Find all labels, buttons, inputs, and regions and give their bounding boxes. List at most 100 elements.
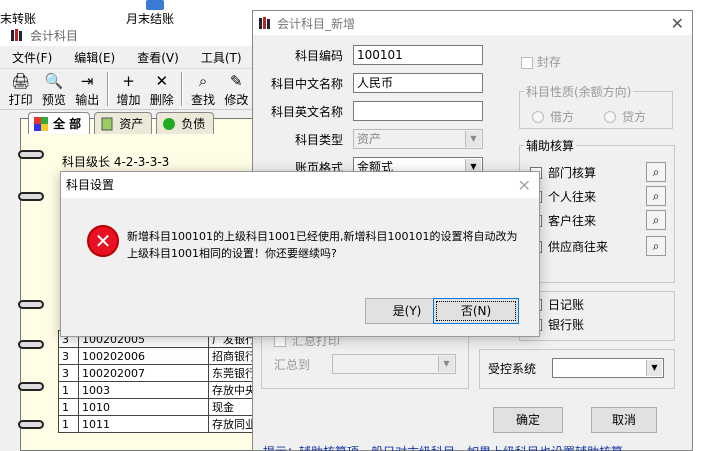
aux-group: 辅助核算 部门核算 ⌕ 个人往来 ⌕ 客户往来 ⌕ 供应商往来 ⌕ bbox=[519, 137, 675, 283]
menu-view[interactable]: 查看(V) bbox=[137, 49, 179, 66]
table-cell-code: 100202007 bbox=[78, 364, 209, 382]
find-label: 查找 bbox=[191, 93, 216, 107]
close-icon[interactable]: ✕ bbox=[671, 14, 684, 33]
aux-legend: 辅助核算 bbox=[526, 139, 575, 153]
edit-button[interactable]: ✎ 修改 bbox=[220, 69, 253, 109]
table-row[interactable]: 3 100202006 招商银行 bbox=[58, 347, 282, 365]
table-cell-level: 3 bbox=[58, 347, 79, 365]
colorful-blocks-icon bbox=[34, 116, 48, 131]
binder-ring bbox=[18, 300, 44, 309]
sealed-checkbox-row[interactable]: 封存 bbox=[521, 53, 561, 70]
aux-supplier-row[interactable]: 供应商往来 bbox=[530, 238, 608, 255]
sealed-label: 封存 bbox=[536, 55, 561, 69]
credit-radio-row[interactable]: 贷方 bbox=[604, 108, 646, 125]
tab-all[interactable]: 全 部 bbox=[28, 112, 91, 134]
cancel-button[interactable]: 取消 bbox=[591, 407, 657, 433]
en-name-field[interactable] bbox=[353, 101, 483, 121]
table-cell-level: 1 bbox=[58, 415, 79, 433]
code-row: 科目编码 100101 bbox=[263, 45, 483, 65]
journal-group: 日记账 银行账 bbox=[519, 291, 675, 341]
delete-label: 删除 bbox=[149, 93, 174, 107]
print-button[interactable]: 🖨 打印 bbox=[4, 69, 37, 109]
table-row[interactable]: 1 1010 现金 bbox=[58, 398, 282, 416]
table-row[interactable]: 3 100202007 东莞银行 bbox=[58, 364, 282, 382]
delete-button[interactable]: ✕ 删除 bbox=[145, 69, 178, 109]
debit-label: 借方 bbox=[550, 110, 575, 124]
journal-label: 日记账 bbox=[548, 298, 585, 312]
ok-button[interactable]: 确定 bbox=[493, 407, 563, 433]
table-cell-level: 1 bbox=[58, 398, 79, 416]
assets-icon bbox=[101, 117, 113, 130]
tab-assets[interactable]: 资产 bbox=[94, 112, 153, 134]
search-icon[interactable]: ⌕ bbox=[646, 236, 666, 256]
debit-radio[interactable] bbox=[532, 110, 544, 123]
bank-label: 银行账 bbox=[548, 318, 585, 332]
binder-ring bbox=[18, 420, 44, 429]
account-level-label: 科目级长 4-2-3-3-3 bbox=[62, 155, 170, 169]
credit-radio[interactable] bbox=[604, 110, 616, 123]
tab-all-label: 全 部 bbox=[53, 117, 82, 131]
table-cell-code: 1003 bbox=[78, 381, 209, 399]
binder-ring bbox=[18, 150, 44, 159]
table-cell-level: 1 bbox=[58, 381, 79, 399]
search-icon[interactable]: ⌕ bbox=[646, 162, 666, 182]
tab-assets-label: 资产 bbox=[119, 117, 144, 131]
delete-icon: ✕ bbox=[155, 72, 169, 90]
month-end-icon[interactable] bbox=[146, 0, 164, 10]
binder-ring bbox=[18, 340, 44, 349]
toolbar-separator bbox=[106, 72, 109, 106]
add-label: 增加 bbox=[116, 93, 141, 107]
printer-icon: 🖨 bbox=[11, 72, 31, 90]
summary-to-select[interactable]: ▼ bbox=[332, 354, 456, 374]
aux-dept-label: 部门核算 bbox=[548, 166, 597, 180]
debit-radio-row[interactable]: 借方 bbox=[532, 108, 574, 125]
error-icon: ✕ bbox=[87, 225, 119, 257]
find-button[interactable]: ⌕ 查找 bbox=[186, 69, 219, 109]
type-label: 科目类型 bbox=[294, 132, 343, 147]
edit-icon: ✎ bbox=[230, 72, 243, 90]
print-label: 打印 bbox=[8, 93, 33, 107]
window-title: 会计科目 bbox=[30, 28, 79, 43]
toolbar: 🖨 打印 🔍 预览 ⇥ 输出 + 增加 ✕ 删除 ⌕ 查找 ✎ 修改 bbox=[0, 68, 253, 110]
chevron-down-icon: ▼ bbox=[438, 356, 454, 372]
hint-text: 提示：辅助核算项一般只对末级科目，如果上级科目也设置辅助核算， bbox=[263, 443, 635, 451]
account-table: 3 100202005 广发银行 3 100202006 招商银行 3 100202007 东莞… bbox=[58, 330, 282, 433]
menu-file[interactable]: 文件(F) bbox=[12, 49, 52, 66]
table-row[interactable]: 1 1011 存放同业 bbox=[58, 415, 282, 433]
confirm-messagebox: 科目设置 ✕ ✕ 新增科目100101的上级科目1001已经使用,新增科目100… bbox=[60, 171, 540, 337]
search-icon[interactable]: ⌕ bbox=[646, 210, 666, 230]
nature-legend: 科目性质(余额方向) bbox=[526, 85, 632, 99]
search-icon[interactable]: ⌕ bbox=[646, 186, 666, 206]
table-cell-code: 1011 bbox=[78, 415, 209, 433]
export-button[interactable]: ⇥ 输出 bbox=[71, 69, 104, 109]
tab-liabilities[interactable]: 负债 bbox=[156, 112, 215, 134]
cn-name-label: 科目中文名称 bbox=[270, 76, 343, 91]
find-icon: ⌕ bbox=[198, 72, 208, 90]
credit-label: 贷方 bbox=[622, 110, 647, 124]
dialog-title: 会计科目_新增 bbox=[277, 16, 356, 31]
table-row[interactable]: 1 1003 存放中央银行 bbox=[58, 381, 282, 399]
sealed-checkbox[interactable] bbox=[521, 56, 533, 69]
add-button[interactable]: + 增加 bbox=[112, 69, 145, 109]
code-field[interactable]: 100101 bbox=[353, 45, 483, 65]
messagebox-message: 新增科目100101的上级科目1001已经使用,新增科目100101的设置将自动… bbox=[127, 230, 518, 260]
cn-name-row: 科目中文名称 人民币 bbox=[263, 73, 483, 93]
table-cell-code: 100202006 bbox=[78, 347, 209, 365]
no-button[interactable]: 否(N) bbox=[433, 298, 519, 324]
window-titlebar: 会计科目 bbox=[0, 24, 253, 46]
type-select[interactable]: 资产 ▼ bbox=[353, 129, 483, 149]
menu-edit[interactable]: 编辑(E) bbox=[74, 49, 115, 66]
add-icon: + bbox=[122, 72, 135, 90]
close-icon[interactable]: ✕ bbox=[518, 176, 531, 195]
app-icon bbox=[259, 17, 270, 29]
menu-tools[interactable]: 工具(T) bbox=[201, 49, 242, 66]
aux-person-label: 个人往来 bbox=[548, 190, 597, 204]
dialog-titlebar: 会计科目_新增 bbox=[253, 11, 692, 35]
cn-name-field[interactable]: 人民币 bbox=[353, 73, 483, 93]
export-label: 输出 bbox=[75, 93, 100, 107]
controlled-label: 受控系统 bbox=[488, 362, 537, 376]
preview-button[interactable]: 🔍 预览 bbox=[37, 69, 70, 109]
menu-bar: 文件(F) 编辑(E) 查看(V) 工具(T) bbox=[0, 46, 253, 68]
preview-label: 预览 bbox=[41, 93, 66, 107]
controlled-select[interactable]: ▼ bbox=[552, 358, 664, 378]
